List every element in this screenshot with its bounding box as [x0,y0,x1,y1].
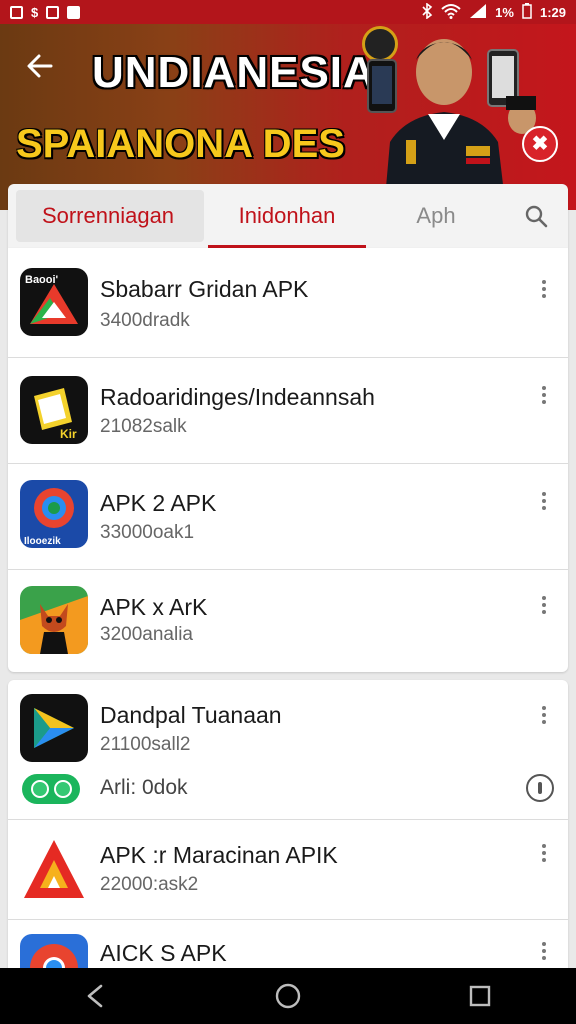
arrow-left-icon [27,54,53,78]
status-bar: $ 1% 1:29 [0,0,576,24]
nav-home-button[interactable] [258,968,318,1024]
officer-photo [367,39,536,210]
toggle-pill-icon[interactable] [22,774,80,804]
app-meta: 3200analia [100,624,193,645]
more-options-button[interactable] [532,380,556,410]
app-sub-label: Arli: 0dok [100,776,188,799]
info-button[interactable] [526,774,554,802]
list-item[interactable]: APK :r Maracinan APIK 22000:ask2 [8,820,568,920]
more-options-button[interactable] [532,700,556,730]
tab-label: Sorrenniagan [41,203,175,228]
search-button[interactable] [506,184,566,248]
clock: 1:29 [539,4,566,20]
app-meta: 21082salk [100,416,187,437]
package-box-icon: Kir [20,376,88,444]
app-list-card: Dandpal Tuanaan 21100sall2 Arli: 0dok AP… [8,680,568,968]
tag-icon [46,5,60,19]
signal-icon [469,3,487,22]
tab-inidonhan[interactable]: Inidonhan [208,184,366,248]
app-meta: 3400dradk [100,310,190,331]
app-sub-row: Arli: 0dok [8,766,568,814]
app-meta: 21100sall2 [100,734,191,755]
sim-icon [67,5,81,19]
close-badge-button[interactable]: ✖ [522,126,558,162]
more-options-button[interactable] [532,274,556,304]
more-options-button[interactable] [532,486,556,516]
close-icon: ✖ [531,133,549,155]
app-name: APK :r Maracinan APIK [100,842,338,868]
battery-level: 1% [495,4,514,20]
app-meta: 22000:ask2 [100,874,199,895]
play-store-icon [20,694,88,762]
app-name: AICK S APK [100,940,227,966]
browser-globe-icon: Ilooezik [20,480,88,548]
list-item[interactable]: APK x ArK 3200analia [8,570,568,672]
wifi-icon [441,3,461,22]
status-left: $ [10,4,81,20]
gallery-icon [10,5,23,19]
play-triangle-icon: Baooi' [20,268,88,336]
recents-square-icon [469,985,491,1007]
tab-label: Aph [416,203,456,228]
app-meta: 33000oak1 [100,522,195,543]
nav-recents-button[interactable] [450,968,510,1024]
tab-label: Inidonhan [238,203,336,228]
banner-subtitle: SPAIANONA DES [16,122,345,166]
status-right: 1% 1:29 [421,1,566,22]
back-button[interactable] [20,50,60,90]
list-item[interactable]: Kir Radoaridinges/Indeannsah 21082salk [8,358,568,464]
back-triangle-icon [87,984,103,1008]
app-name: APK x ArK [100,594,208,620]
fox-mascot-icon [20,586,88,654]
more-options-button[interactable] [532,838,556,868]
app-name: APK 2 APK [100,490,217,516]
app-name: Dandpal Tuanaan [100,702,282,728]
list-item[interactable]: Ilooezik APK 2 APK 33000oak1 [8,464,568,570]
svg-text:Kir: Kir [60,427,77,441]
list-item[interactable]: AICK S APK [8,920,568,968]
banner-title: UNDIANESIA [92,48,376,97]
svg-text:Ilooezik: Ilooezik [24,536,61,547]
app-list-card: Baooi' Sbabarr Gridan APK 3400dradk Kir … [8,248,568,672]
app-name: Sbabarr Gridan APK [100,276,309,302]
tab-bar: Sorrenniagan Inidonhan Aph [8,184,568,248]
info-icon [538,782,542,794]
tab-sorrenniagan[interactable]: Sorrenniagan [8,184,208,248]
app-name: Radoaridinges/Indeannsah [100,384,375,410]
chrome-icon [20,934,88,968]
header-banner: UNDIANESIA SPAIANONA DES ✖ [0,24,576,210]
dollar-icon: $ [31,4,39,20]
bluetooth-icon [421,1,433,22]
svg-text:Baooi': Baooi' [25,274,59,286]
battery-icon [522,2,532,22]
list-item[interactable]: Baooi' Sbabarr Gridan APK 3400dradk [8,248,568,358]
home-circle-icon [275,983,301,1009]
more-options-button[interactable] [532,590,556,620]
list-item[interactable]: Dandpal Tuanaan 21100sall2 Arli: 0dok [8,680,568,820]
search-icon [525,205,548,228]
red-triangle-icon [20,836,88,904]
navigation-bar [0,968,576,1024]
tab-aph[interactable]: Aph [366,184,506,248]
more-options-button[interactable] [532,936,556,966]
nav-back-button[interactable] [66,968,126,1024]
